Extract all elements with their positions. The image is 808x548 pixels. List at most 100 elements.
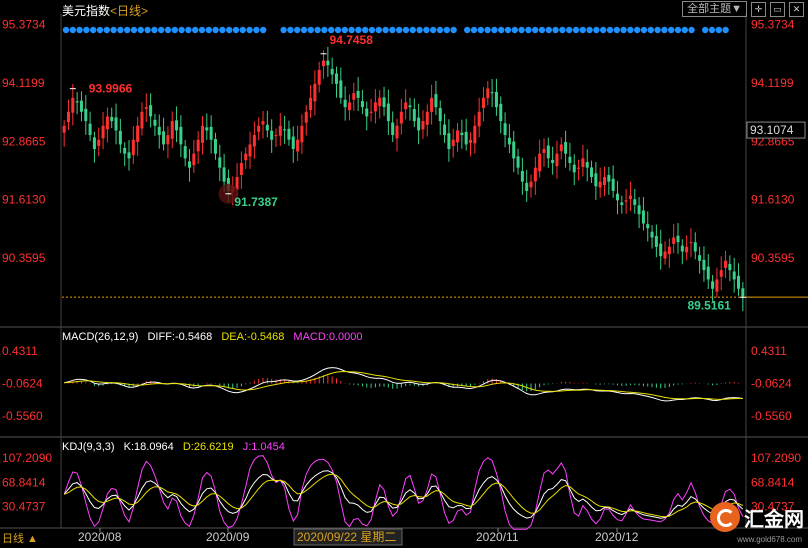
event-dot: [634, 26, 641, 34]
candle-body: [79, 100, 83, 112]
event-dot: [198, 26, 206, 34]
candle-body: [724, 260, 728, 268]
candle-body: [412, 109, 416, 122]
event-dot: [389, 26, 396, 34]
candle-body: [481, 97, 485, 109]
candle-body: [88, 123, 92, 136]
event-dot: [130, 26, 138, 34]
candle-body: [291, 136, 295, 150]
macd-legend: MACD(26,12,9) DIFF:-0.5468 DEA:-0.5468 M…: [62, 331, 369, 343]
event-dot: [484, 26, 491, 34]
candle-body: [330, 68, 334, 75]
event-dot: [715, 26, 722, 34]
candle-body: [192, 153, 196, 166]
event-dot: [559, 26, 566, 34]
candle-body: [568, 156, 572, 164]
y-tick-label-left: 94.1199: [2, 76, 45, 90]
candle-body: [92, 137, 96, 150]
candle-body: [421, 121, 425, 130]
x-tick-label: 2020/09: [206, 530, 250, 544]
event-dot: [76, 26, 83, 34]
event-dot: [491, 26, 498, 34]
candle-body: [542, 149, 546, 153]
candle-body: [404, 102, 408, 110]
event-dot: [396, 26, 403, 34]
close-icon[interactable]: ✕: [789, 1, 804, 17]
candle-body: [296, 139, 300, 152]
y-tick-label-right: 94.1199: [751, 76, 794, 90]
event-dot: [545, 26, 552, 34]
candle-body: [654, 235, 658, 247]
event-dot: [280, 26, 287, 34]
candle-body: [719, 270, 723, 277]
logo-icon: [710, 502, 740, 532]
candle-body: [611, 178, 615, 191]
candle-body: [261, 121, 265, 125]
y-tick-label-left: 91.6130: [2, 193, 46, 207]
period-switch[interactable]: 日线 ▲: [2, 530, 38, 546]
event-dot: [205, 26, 212, 34]
candle-body: [274, 135, 278, 137]
candle-body: [326, 60, 330, 66]
theme-select-button[interactable]: 全部主题▼: [682, 1, 747, 17]
event-dot: [83, 26, 90, 34]
candle-body: [166, 135, 170, 145]
period-label[interactable]: <日线>: [110, 4, 148, 18]
candle-body: [200, 125, 205, 143]
candle-body: [360, 101, 364, 108]
event-dot: [477, 26, 484, 34]
candle-body: [179, 126, 183, 145]
event-dot: [600, 26, 607, 34]
kdj-legend-name: KDJ(9,3,3): [62, 441, 115, 453]
event-dot: [593, 26, 600, 34]
event-dot: [409, 26, 416, 34]
event-dot: [246, 26, 253, 34]
candle-body: [123, 148, 127, 154]
event-dot: [708, 26, 716, 34]
candle-body: [468, 139, 473, 143]
candle-body: [460, 132, 464, 136]
candle-body: [84, 108, 88, 122]
crosshair-icon[interactable]: ✛: [751, 1, 766, 17]
candle-body: [672, 237, 676, 244]
event-dot: [613, 26, 620, 34]
candle-body: [157, 126, 161, 136]
chart-canvas[interactable]: 95.3734 95.373494.1199 94.119992.8665 92.86…: [0, 0, 808, 548]
y-tick-label-right: 90.3595: [751, 251, 795, 265]
candle-body: [149, 105, 153, 117]
macd-y-tick-left: 0.4311: [2, 344, 38, 358]
candle-body: [287, 128, 291, 140]
candle-body: [538, 153, 542, 172]
minimize-icon[interactable]: ▭: [770, 1, 785, 17]
event-dot: [668, 26, 675, 34]
candle-body: [529, 181, 533, 188]
event-dot: [586, 26, 593, 34]
event-dot: [314, 26, 321, 34]
price-annotation: 94.7458: [330, 33, 374, 47]
candle-body: [252, 135, 256, 147]
kdj-y-tick-right: 107.2090: [751, 451, 801, 465]
candle-body: [503, 123, 507, 136]
candle-body: [737, 275, 741, 289]
candle-body: [438, 108, 442, 122]
kdj-legend: KDJ(9,3,3) K:18.0964 D:26.6219 J:1.0454: [62, 441, 291, 453]
event-dot: [654, 26, 661, 34]
candle-body: [693, 242, 697, 252]
event-dot: [504, 26, 512, 34]
event-dot: [103, 26, 111, 34]
macd-y-tick-right: 0.4311: [751, 344, 787, 358]
candle-body: [715, 279, 719, 292]
candle-body: [477, 111, 481, 127]
candle-body: [602, 176, 607, 186]
candle-body: [706, 266, 710, 280]
candle-body: [75, 101, 79, 103]
candle-body: [270, 130, 274, 140]
candle-body: [598, 181, 602, 188]
candle-body: [283, 129, 287, 131]
candle-body: [473, 125, 477, 144]
candle-body: [525, 182, 529, 191]
candle-body: [607, 174, 611, 182]
event-dot: [647, 26, 654, 34]
event-dot: [178, 26, 185, 34]
event-dot: [674, 26, 682, 34]
